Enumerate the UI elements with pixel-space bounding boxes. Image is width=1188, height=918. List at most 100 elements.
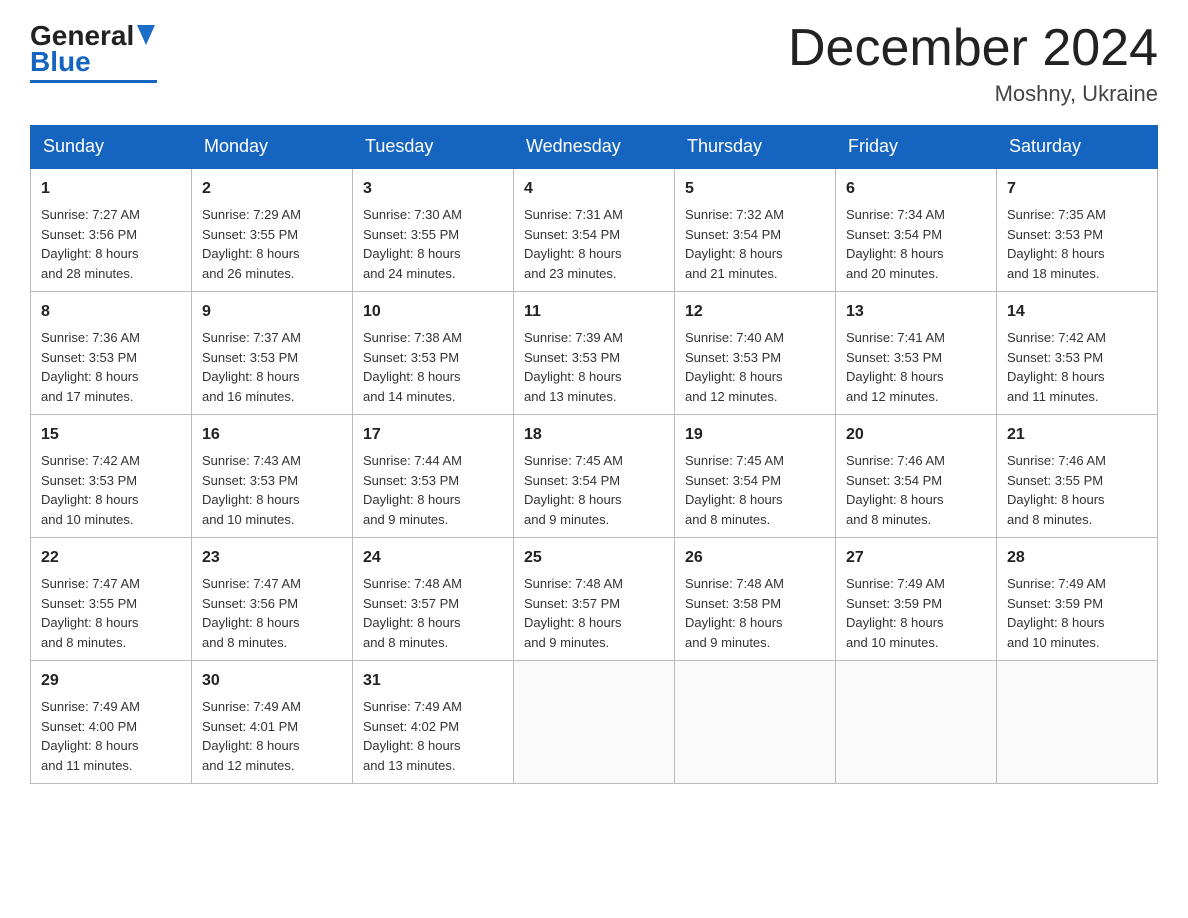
- day-number: 11: [524, 300, 664, 324]
- week-row-3: 15 Sunrise: 7:42 AM Sunset: 3:53 PM Dayl…: [31, 415, 1158, 538]
- day-info: Sunrise: 7:46 AM Sunset: 3:54 PM Dayligh…: [846, 451, 986, 529]
- day-number: 13: [846, 300, 986, 324]
- day-number: 24: [363, 546, 503, 570]
- day-info: Sunrise: 7:45 AM Sunset: 3:54 PM Dayligh…: [524, 451, 664, 529]
- header-row: Sunday Monday Tuesday Wednesday Thursday…: [31, 126, 1158, 169]
- day-number: 10: [363, 300, 503, 324]
- day-info: Sunrise: 7:41 AM Sunset: 3:53 PM Dayligh…: [846, 328, 986, 406]
- day-info: Sunrise: 7:49 AM Sunset: 4:02 PM Dayligh…: [363, 697, 503, 775]
- day-number: 2: [202, 177, 342, 201]
- day-number: 25: [524, 546, 664, 570]
- calendar-header: Sunday Monday Tuesday Wednesday Thursday…: [31, 126, 1158, 169]
- col-monday: Monday: [192, 126, 353, 169]
- calendar-cell: 24 Sunrise: 7:48 AM Sunset: 3:57 PM Dayl…: [353, 538, 514, 661]
- calendar-cell: [514, 661, 675, 784]
- day-info: Sunrise: 7:38 AM Sunset: 3:53 PM Dayligh…: [363, 328, 503, 406]
- calendar-cell: 28 Sunrise: 7:49 AM Sunset: 3:59 PM Dayl…: [997, 538, 1158, 661]
- day-number: 6: [846, 177, 986, 201]
- calendar-cell: 9 Sunrise: 7:37 AM Sunset: 3:53 PM Dayli…: [192, 292, 353, 415]
- day-info: Sunrise: 7:31 AM Sunset: 3:54 PM Dayligh…: [524, 205, 664, 283]
- col-sunday: Sunday: [31, 126, 192, 169]
- day-number: 14: [1007, 300, 1147, 324]
- calendar-cell: 11 Sunrise: 7:39 AM Sunset: 3:53 PM Dayl…: [514, 292, 675, 415]
- day-info: Sunrise: 7:30 AM Sunset: 3:55 PM Dayligh…: [363, 205, 503, 283]
- day-info: Sunrise: 7:49 AM Sunset: 4:01 PM Dayligh…: [202, 697, 342, 775]
- day-info: Sunrise: 7:32 AM Sunset: 3:54 PM Dayligh…: [685, 205, 825, 283]
- calendar-cell: 6 Sunrise: 7:34 AM Sunset: 3:54 PM Dayli…: [836, 168, 997, 292]
- day-number: 5: [685, 177, 825, 201]
- day-info: Sunrise: 7:35 AM Sunset: 3:53 PM Dayligh…: [1007, 205, 1147, 283]
- day-number: 16: [202, 423, 342, 447]
- week-row-2: 8 Sunrise: 7:36 AM Sunset: 3:53 PM Dayli…: [31, 292, 1158, 415]
- calendar-cell: 29 Sunrise: 7:49 AM Sunset: 4:00 PM Dayl…: [31, 661, 192, 784]
- logo-blue-text: Blue: [30, 46, 91, 78]
- col-tuesday: Tuesday: [353, 126, 514, 169]
- day-number: 23: [202, 546, 342, 570]
- calendar-cell: [675, 661, 836, 784]
- day-number: 1: [41, 177, 181, 201]
- week-row-1: 1 Sunrise: 7:27 AM Sunset: 3:56 PM Dayli…: [31, 168, 1158, 292]
- logo-underline: [30, 80, 157, 83]
- day-number: 29: [41, 669, 181, 693]
- calendar-table: Sunday Monday Tuesday Wednesday Thursday…: [30, 125, 1158, 784]
- location-subtitle: Moshny, Ukraine: [788, 81, 1158, 107]
- day-info: Sunrise: 7:29 AM Sunset: 3:55 PM Dayligh…: [202, 205, 342, 283]
- month-title: December 2024: [788, 20, 1158, 77]
- calendar-cell: 1 Sunrise: 7:27 AM Sunset: 3:56 PM Dayli…: [31, 168, 192, 292]
- day-number: 4: [524, 177, 664, 201]
- calendar-cell: 23 Sunrise: 7:47 AM Sunset: 3:56 PM Dayl…: [192, 538, 353, 661]
- calendar-cell: 4 Sunrise: 7:31 AM Sunset: 3:54 PM Dayli…: [514, 168, 675, 292]
- calendar-cell: 14 Sunrise: 7:42 AM Sunset: 3:53 PM Dayl…: [997, 292, 1158, 415]
- calendar-cell: 5 Sunrise: 7:32 AM Sunset: 3:54 PM Dayli…: [675, 168, 836, 292]
- calendar-cell: 21 Sunrise: 7:46 AM Sunset: 3:55 PM Dayl…: [997, 415, 1158, 538]
- logo-area: General Blue: [30, 20, 157, 83]
- day-info: Sunrise: 7:43 AM Sunset: 3:53 PM Dayligh…: [202, 451, 342, 529]
- day-info: Sunrise: 7:47 AM Sunset: 3:56 PM Dayligh…: [202, 574, 342, 652]
- calendar-cell: [836, 661, 997, 784]
- calendar-cell: 3 Sunrise: 7:30 AM Sunset: 3:55 PM Dayli…: [353, 168, 514, 292]
- day-info: Sunrise: 7:42 AM Sunset: 3:53 PM Dayligh…: [41, 451, 181, 529]
- calendar-cell: 7 Sunrise: 7:35 AM Sunset: 3:53 PM Dayli…: [997, 168, 1158, 292]
- day-info: Sunrise: 7:42 AM Sunset: 3:53 PM Dayligh…: [1007, 328, 1147, 406]
- calendar-cell: 30 Sunrise: 7:49 AM Sunset: 4:01 PM Dayl…: [192, 661, 353, 784]
- calendar-cell: 19 Sunrise: 7:45 AM Sunset: 3:54 PM Dayl…: [675, 415, 836, 538]
- col-thursday: Thursday: [675, 126, 836, 169]
- day-number: 7: [1007, 177, 1147, 201]
- day-info: Sunrise: 7:48 AM Sunset: 3:58 PM Dayligh…: [685, 574, 825, 652]
- day-number: 19: [685, 423, 825, 447]
- page-header: General Blue December 2024 Moshny, Ukrai…: [30, 20, 1158, 107]
- day-number: 17: [363, 423, 503, 447]
- day-number: 18: [524, 423, 664, 447]
- calendar-cell: 18 Sunrise: 7:45 AM Sunset: 3:54 PM Dayl…: [514, 415, 675, 538]
- day-number: 26: [685, 546, 825, 570]
- day-info: Sunrise: 7:46 AM Sunset: 3:55 PM Dayligh…: [1007, 451, 1147, 529]
- calendar-cell: 31 Sunrise: 7:49 AM Sunset: 4:02 PM Dayl…: [353, 661, 514, 784]
- calendar-cell: 25 Sunrise: 7:48 AM Sunset: 3:57 PM Dayl…: [514, 538, 675, 661]
- calendar-cell: 16 Sunrise: 7:43 AM Sunset: 3:53 PM Dayl…: [192, 415, 353, 538]
- day-info: Sunrise: 7:48 AM Sunset: 3:57 PM Dayligh…: [363, 574, 503, 652]
- day-number: 27: [846, 546, 986, 570]
- day-info: Sunrise: 7:39 AM Sunset: 3:53 PM Dayligh…: [524, 328, 664, 406]
- col-wednesday: Wednesday: [514, 126, 675, 169]
- day-number: 21: [1007, 423, 1147, 447]
- calendar-cell: 26 Sunrise: 7:48 AM Sunset: 3:58 PM Dayl…: [675, 538, 836, 661]
- week-row-5: 29 Sunrise: 7:49 AM Sunset: 4:00 PM Dayl…: [31, 661, 1158, 784]
- calendar-cell: 15 Sunrise: 7:42 AM Sunset: 3:53 PM Dayl…: [31, 415, 192, 538]
- day-info: Sunrise: 7:49 AM Sunset: 3:59 PM Dayligh…: [1007, 574, 1147, 652]
- day-number: 9: [202, 300, 342, 324]
- calendar-cell: 2 Sunrise: 7:29 AM Sunset: 3:55 PM Dayli…: [192, 168, 353, 292]
- logo-triangle-icon: [137, 20, 155, 52]
- day-number: 30: [202, 669, 342, 693]
- calendar-cell: 22 Sunrise: 7:47 AM Sunset: 3:55 PM Dayl…: [31, 538, 192, 661]
- calendar-cell: 20 Sunrise: 7:46 AM Sunset: 3:54 PM Dayl…: [836, 415, 997, 538]
- day-number: 8: [41, 300, 181, 324]
- day-info: Sunrise: 7:45 AM Sunset: 3:54 PM Dayligh…: [685, 451, 825, 529]
- title-area: December 2024 Moshny, Ukraine: [788, 20, 1158, 107]
- day-info: Sunrise: 7:48 AM Sunset: 3:57 PM Dayligh…: [524, 574, 664, 652]
- day-info: Sunrise: 7:44 AM Sunset: 3:53 PM Dayligh…: [363, 451, 503, 529]
- day-info: Sunrise: 7:36 AM Sunset: 3:53 PM Dayligh…: [41, 328, 181, 406]
- calendar-cell: 13 Sunrise: 7:41 AM Sunset: 3:53 PM Dayl…: [836, 292, 997, 415]
- calendar-cell: [997, 661, 1158, 784]
- day-number: 3: [363, 177, 503, 201]
- day-info: Sunrise: 7:49 AM Sunset: 3:59 PM Dayligh…: [846, 574, 986, 652]
